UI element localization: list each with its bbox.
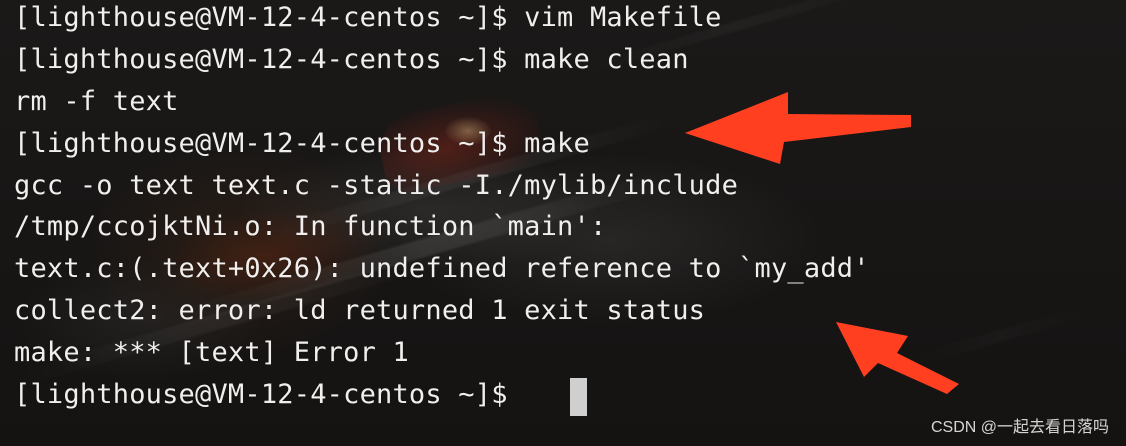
watermark-text: CSDN @一起去看日落吗 <box>930 419 1109 436</box>
terminal-cursor <box>570 378 587 416</box>
terminal-line: /tmp/ccojktNi.o: In function `main': <box>14 211 607 242</box>
terminal-line: make: *** [text] Error 1 <box>14 337 409 368</box>
terminal-line: [lighthouse@VM-12-4-centos ~]$ make <box>14 128 590 159</box>
terminal-window: [lighthouse@VM-12-4-centos ~]$ vim Makef… <box>0 0 1126 446</box>
arrow-icon <box>836 322 959 394</box>
terminal-line: gcc -o text text.c -static -I./mylib/inc… <box>14 170 739 201</box>
terminal-line: [lighthouse@VM-12-4-centos ~]$ vim Makef… <box>14 2 722 33</box>
terminal-line: collect2: error: ld returned 1 exit stat… <box>14 295 706 326</box>
terminal-line: text.c:(.text+0x26): undefined reference… <box>14 253 870 284</box>
terminal-line: [lighthouse@VM-12-4-centos ~]$ make clea… <box>14 44 689 75</box>
terminal-prompt-line: [lighthouse@VM-12-4-centos ~]$ <box>14 379 525 410</box>
arrow-icon <box>685 92 911 164</box>
terminal-line: rm -f text <box>14 86 179 117</box>
